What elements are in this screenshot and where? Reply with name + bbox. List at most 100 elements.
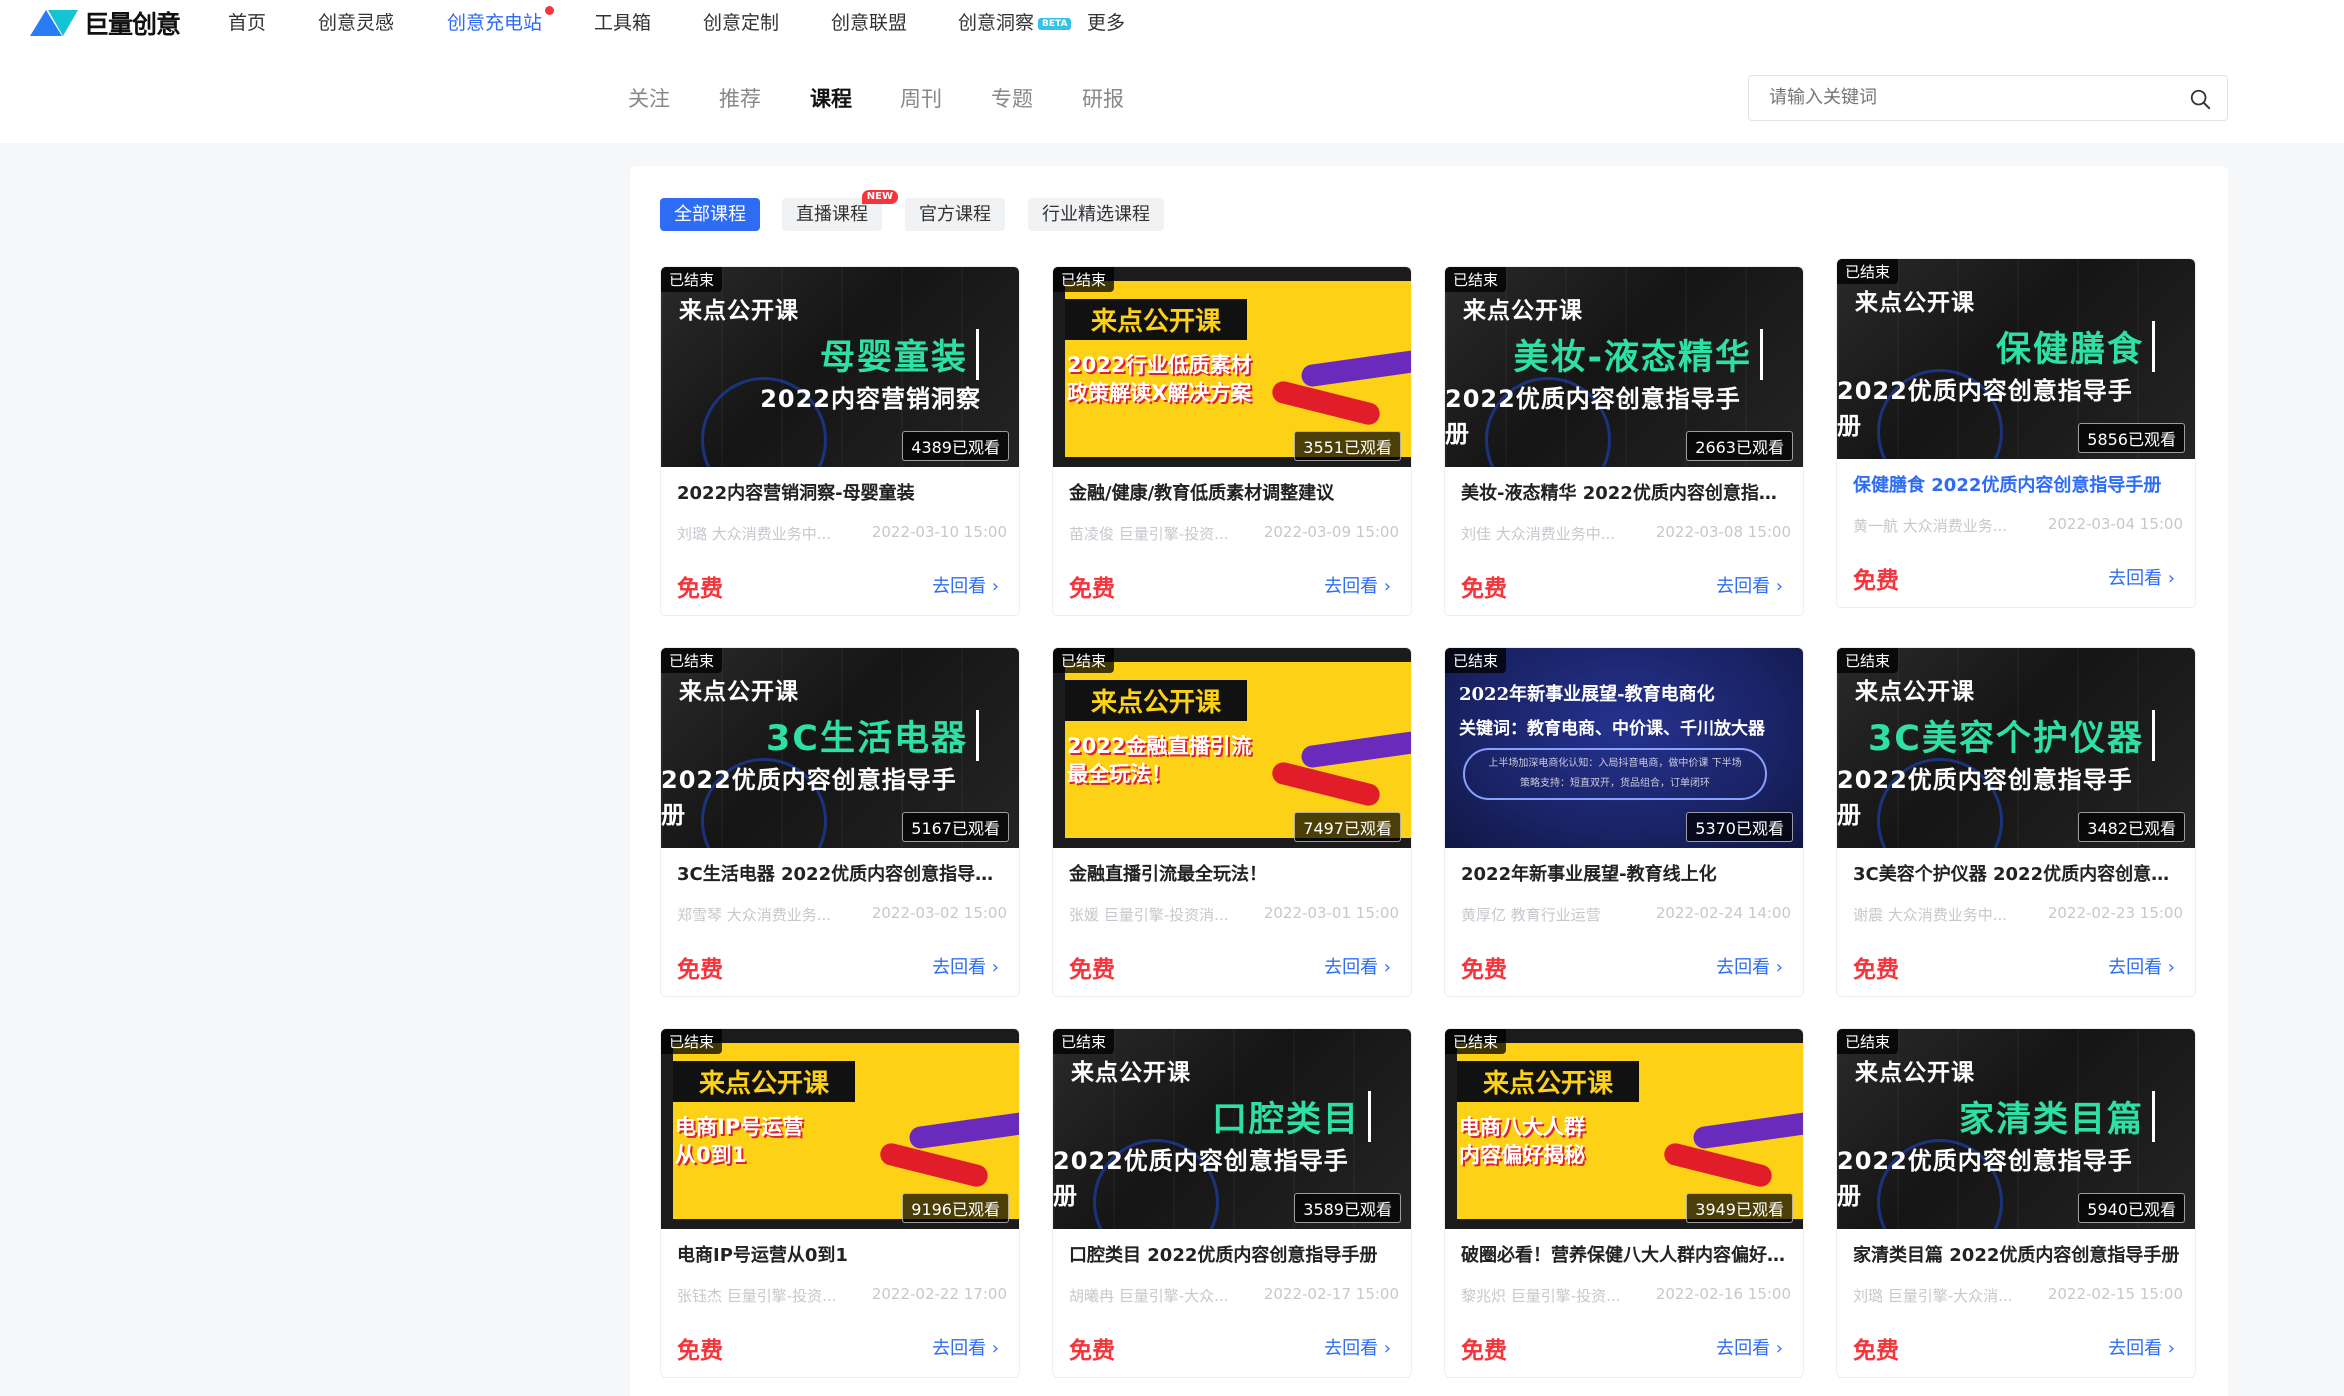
course-card[interactable]: 已结束 来点公开课 家清类目篇 2022优质内容创意指导手册 5940已观看家清类目篇 … — [1836, 1028, 2196, 1378]
course-card[interactable]: 已结束 2022年新事业展望-教育电商化 关键词：教育电商、中价课、千川放大器 上半场… — [1444, 647, 1804, 997]
nav-item-5[interactable]: 创意联盟 — [831, 8, 907, 35]
course-cover[interactable]: 已结束 来点公开课 口腔类目 2022优质内容创意指导手册 3589已观看 — [1053, 1029, 1411, 1229]
replay-link[interactable]: 去回看 › — [1324, 1334, 1391, 1360]
cover-title: 保健膳食 — [1996, 321, 2155, 372]
course-card[interactable]: 已结束 来点公开课 美妆-液态精华 2022优质内容创意指导手册 2663已观看 美妆-液… — [1444, 266, 1804, 616]
course-cover[interactable]: 已结束 来点公开课 2022金融直播引流 最全玩法！ 7497已观看 — [1053, 648, 1411, 848]
replay-link[interactable]: 去回看 › — [1716, 1334, 1783, 1360]
filter-tab-3[interactable]: 行业精选课程 — [1028, 198, 1164, 231]
search-box — [1748, 75, 2228, 121]
replay-link[interactable]: 去回看 › — [1716, 572, 1783, 598]
replay-link[interactable]: 去回看 › — [1716, 953, 1783, 979]
nav-item-4[interactable]: 创意定制 — [703, 8, 779, 35]
course-cover[interactable]: 已结束 来点公开课 家清类目篇 2022优质内容创意指导手册 5940已观看 — [1837, 1029, 2195, 1229]
course-title[interactable]: 金融直播引流最全玩法！ — [1069, 860, 1399, 886]
nav-item-3[interactable]: 工具箱 — [594, 8, 651, 35]
course-title[interactable]: 电商IP号运营从0到1 — [677, 1241, 1007, 1267]
search-icon[interactable] — [2189, 88, 2211, 110]
course-card[interactable]: 已结束 来点公开课 2022行业低质素材 政策解读X解决方案 3551已观看金融/健康/… — [1052, 266, 1412, 616]
course-cover[interactable]: 已结束 来点公开课 3C生活电器 2022优质内容创意指导手册 5167已观看 — [661, 648, 1019, 848]
nav-item-7[interactable]: 更多 — [1087, 8, 1125, 35]
course-meta: 刘璐 大众消费业务中... 2022-03-10 15:00 — [677, 523, 1007, 544]
course-date: 2022-02-15 15:00 — [2047, 1285, 2183, 1303]
nav-item-1[interactable]: 创意灵感 — [318, 8, 394, 35]
ended-badge: 已结束 — [1053, 267, 1115, 292]
new-badge: NEW — [861, 190, 898, 204]
price-label: 免费 — [1069, 576, 1115, 602]
course-title[interactable]: 口腔类目 2022优质内容创意指导手册 — [1069, 1241, 1399, 1267]
course-cover[interactable]: 已结束 来点公开课 保健膳食 2022优质内容创意指导手册 5856已观看 — [1837, 259, 2195, 459]
cover-brand-text: 来点公开课 — [1457, 1061, 1640, 1102]
course-date: 2022-03-04 15:00 — [2047, 515, 2183, 533]
course-cover[interactable]: 已结束 来点公开课 美妆-液态精华 2022优质内容创意指导手册 2663已观看 — [1445, 267, 1803, 467]
ended-badge: 已结束 — [1445, 267, 1507, 292]
sub-tab-5[interactable]: 研报 — [1082, 83, 1124, 113]
filter-tab-1[interactable]: 直播课程 NEW — [782, 190, 898, 231]
course-cover[interactable]: 已结束 来点公开课 电商IP号运营 从0到1 9196已观看 — [661, 1029, 1019, 1229]
course-date: 2022-03-09 15:00 — [1263, 523, 1399, 541]
cover-title-line: 内容偏好揭秘 — [1459, 1143, 1585, 1167]
course-cover[interactable]: 已结束 来点公开课 2022行业低质素材 政策解读X解决方案 3551已观看 — [1053, 267, 1411, 467]
course-title[interactable]: 保健膳食 2022优质内容创意指导手册 — [1853, 471, 2183, 497]
cover-title-line: 从0到1 — [675, 1143, 747, 1167]
nav-item-label: 创意充电站 — [447, 12, 543, 34]
course-title[interactable]: 3C生活电器 2022优质内容创意指导手册 — [677, 860, 1007, 886]
course-card[interactable]: 已结束 来点公开课 母婴童装 2022内容营销洞察 4389已观看 2022内容营销洞察-… — [660, 266, 1020, 616]
course-card[interactable]: 已结束 来点公开课 电商八大人群 内容偏好揭秘 3949已观看 破圈必看！营养保健八大人群… — [1444, 1028, 1804, 1378]
course-title[interactable]: 破圈必看！营养保健八大人群内容偏好揭秘 — [1461, 1241, 1791, 1267]
ended-badge: 已结束 — [1445, 1029, 1507, 1054]
replay-link[interactable]: 去回看 › — [932, 953, 999, 979]
course-author: 黄厚亿 教育行业运营 — [1461, 906, 1601, 924]
course-title[interactable]: 2022内容营销洞察-母婴童装 — [677, 479, 1007, 505]
sub-tab-3[interactable]: 周刊 — [900, 83, 942, 113]
course-card[interactable]: 已结束 来点公开课 2022金融直播引流 最全玩法！ 7497已观看金融直播引流最全玩法… — [1052, 647, 1412, 997]
course-date: 2022-02-22 17:00 — [871, 1285, 1007, 1303]
cover-title-line: 2022行业低质素材 — [1067, 353, 1252, 377]
course-title[interactable]: 美妆-液态精华 2022优质内容创意指导手册 — [1461, 479, 1791, 505]
nav-item-0[interactable]: 首页 — [228, 8, 266, 35]
sub-tab-4[interactable]: 专题 — [991, 83, 1033, 113]
replay-link[interactable]: 去回看 › — [2108, 1334, 2175, 1360]
sub-tab-2[interactable]: 课程 — [810, 83, 852, 113]
course-author: 刘佳 大众消费业务中... — [1461, 525, 1616, 543]
course-cover[interactable]: 已结束 来点公开课 3C美容个护仪器 2022优质内容创意指导手册 3482已观看 — [1837, 648, 2195, 848]
cover-title: 2022金融直播引流 最全玩法！ — [1067, 732, 1251, 788]
course-title[interactable]: 2022年新事业展望-教育线上化 — [1461, 860, 1791, 886]
course-card[interactable]: 已结束 来点公开课 3C美容个护仪器 2022优质内容创意指导手册 3482已观看 3C美… — [1836, 647, 2196, 997]
course-title[interactable]: 家清类目篇 2022优质内容创意指导手册 — [1853, 1241, 2183, 1267]
course-cover[interactable]: 已结束 来点公开课 母婴童装 2022内容营销洞察 4389已观看 — [661, 267, 1019, 467]
price-label: 免费 — [677, 576, 723, 602]
course-date: 2022-03-10 15:00 — [871, 523, 1007, 541]
replay-link[interactable]: 去回看 › — [2108, 564, 2175, 590]
replay-link[interactable]: 去回看 › — [2108, 953, 2175, 979]
replay-link[interactable]: 去回看 › — [932, 1334, 999, 1360]
cover-brand-text: 来点公开课 — [1463, 298, 1583, 324]
nav-item-2[interactable]: 创意充电站 — [447, 6, 555, 35]
course-card[interactable]: 已结束 来点公开课 口腔类目 2022优质内容创意指导手册 3589已观看口腔类目 20… — [1052, 1028, 1412, 1378]
course-author: 黎兆炽 巨量引擎-投资... — [1461, 1287, 1621, 1305]
course-card[interactable]: 已结束 来点公开课 保健膳食 2022优质内容创意指导手册 5856已观看 保健膳食 20… — [1836, 258, 2196, 608]
course-cover[interactable]: 已结束 2022年新事业展望-教育电商化 关键词：教育电商、中价课、千川放大器 上半场… — [1445, 648, 1803, 848]
filter-tab-2[interactable]: 官方课程 — [905, 198, 1005, 231]
sub-tab-0[interactable]: 关注 — [628, 83, 670, 113]
replay-link[interactable]: 去回看 › — [1324, 953, 1391, 979]
course-card[interactable]: 已结束 来点公开课 电商IP号运营 从0到1 9196已观看 电商IP号运营从0到1 张钰杰… — [660, 1028, 1020, 1378]
course-title[interactable]: 金融/健康/教育低质素材调整建议 — [1069, 479, 1399, 505]
search-input[interactable] — [1769, 87, 2159, 108]
sub-tab-1[interactable]: 推荐 — [719, 83, 761, 113]
course-cover[interactable]: 已结束 来点公开课 电商八大人群 内容偏好揭秘 3949已观看 — [1445, 1029, 1803, 1229]
nav-item-label: 创意联盟 — [831, 12, 908, 34]
ended-badge: 已结束 — [1053, 1029, 1115, 1054]
replay-link[interactable]: 去回看 › — [1324, 572, 1391, 598]
price-label: 免费 — [1853, 568, 1899, 594]
replay-link[interactable]: 去回看 › — [932, 572, 999, 598]
nav-item-6[interactable]: 创意洞察 BETA — [958, 8, 1072, 35]
brand-logo[interactable]: 巨量创意 — [30, 5, 181, 41]
view-count: 3551已观看 — [1294, 431, 1401, 461]
ended-badge: 已结束 — [1837, 1029, 1899, 1054]
filter-tab-0[interactable]: 全部课程 — [660, 198, 760, 231]
cover-subtitle: 2022内容营销洞察 — [760, 385, 981, 413]
course-card[interactable]: 已结束 来点公开课 3C生活电器 2022优质内容创意指导手册 5167已观看 3C生活电… — [660, 647, 1020, 997]
course-meta: 胡曦冉 巨量引擎-大众... 2022-02-17 15:00 — [1069, 1285, 1399, 1306]
course-title[interactable]: 3C美容个护仪器 2022优质内容创意指导手册 — [1853, 860, 2183, 886]
